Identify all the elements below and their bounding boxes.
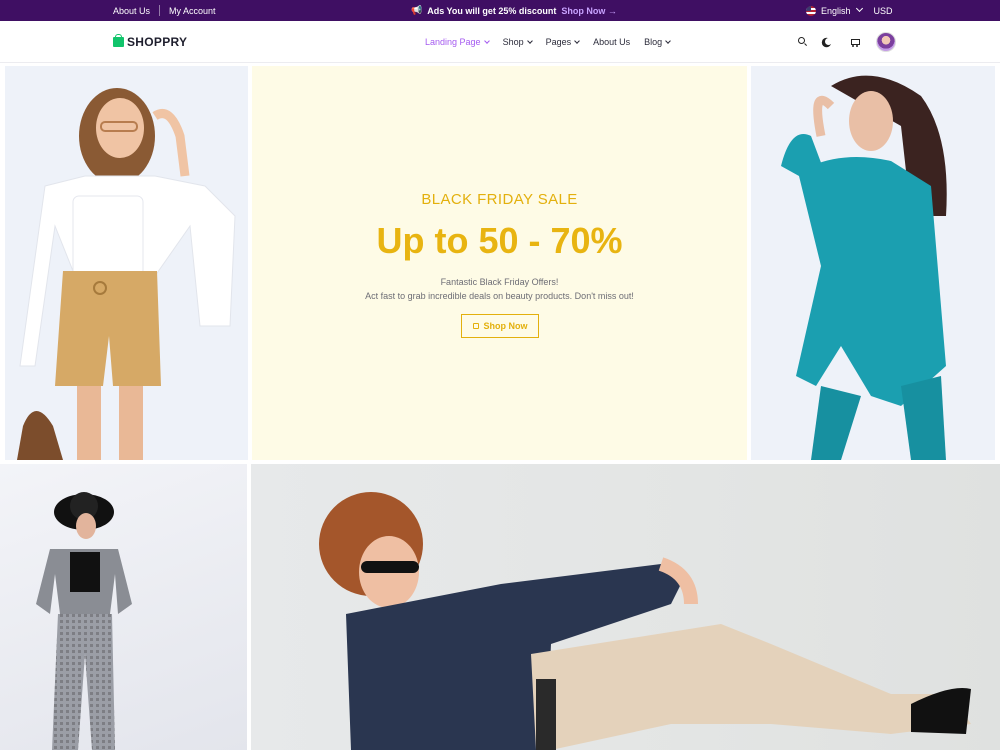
product-image-hat-suit[interactable]: [0, 464, 247, 750]
my-account-link[interactable]: My Account: [169, 6, 216, 16]
main-header: SHOPPRY Landing Page Shop Pages About Us…: [0, 21, 1000, 63]
chevron-down-icon: [574, 38, 580, 44]
logo[interactable]: SHOPPRY: [113, 34, 188, 49]
shopping-bag-icon: [472, 323, 479, 329]
nav-blog[interactable]: Blog: [644, 37, 672, 47]
nav-label: Pages: [545, 37, 572, 47]
nav-about-us[interactable]: About Us: [593, 37, 630, 47]
cart-icon[interactable]: [850, 37, 860, 47]
language-select[interactable]: English: [821, 6, 851, 16]
nav-landing-page[interactable]: Landing Page: [425, 37, 490, 47]
banner-title: Up to 50 - 70%: [376, 220, 623, 261]
nav-shop[interactable]: Shop: [502, 37, 533, 47]
top-bar-links: About Us My Account: [113, 0, 216, 21]
woman-figure-image: [17, 88, 236, 460]
promo-text: Ads You will get 25% discount: [427, 5, 557, 16]
megaphone-icon: 📢: [411, 5, 423, 15]
nav-pages[interactable]: Pages: [546, 37, 580, 47]
banner-subtitle: BLACK FRIDAY SALE: [421, 191, 578, 208]
shop-bag-icon: [113, 34, 124, 47]
banner-description-line1: Fantastic Black Friday Offers!: [440, 277, 559, 287]
banner-description-line2: Act fast to grab incredible deals on bea…: [365, 291, 634, 301]
nav-label: Blog: [644, 37, 663, 47]
product-image-woman-shorts[interactable]: [5, 66, 248, 460]
avatar[interactable]: [876, 32, 896, 52]
locale-controls: English USD: [806, 0, 893, 21]
us-flag-icon: [806, 5, 816, 16]
man-figure-image: [319, 492, 971, 750]
chevron-down-icon: [665, 38, 672, 44]
teal-suit-figure-image: [781, 75, 947, 460]
chevron-down-icon: [526, 38, 533, 44]
currency-select[interactable]: USD: [874, 6, 893, 16]
nav-label: Shop: [502, 37, 524, 47]
product-image-man-lying[interactable]: [251, 464, 1000, 750]
main-nav: Landing Page Shop Pages About Us Blog: [425, 21, 684, 63]
divider: [159, 5, 161, 16]
search-icon[interactable]: [798, 37, 808, 47]
promo-banner: 📢 Ads You will get 25% discount Shop Now…: [411, 0, 617, 21]
header-actions: [798, 21, 896, 63]
chevron-down-icon[interactable]: [855, 4, 863, 13]
chevron-down-icon: [483, 38, 490, 44]
product-image-teal-suit[interactable]: [751, 66, 995, 460]
banner-content: BLACK FRIDAY SALE Up to 50 - 70% Fantast…: [252, 66, 747, 460]
promo-shop-now-link[interactable]: Shop Now →: [561, 6, 617, 16]
moon-icon[interactable]: [824, 37, 834, 47]
hat-suit-figure-image: [36, 492, 132, 750]
shop-now-button[interactable]: Shop Now: [461, 314, 539, 338]
shop-now-label: Shop Now: [483, 321, 528, 331]
nav-label: About Us: [593, 37, 631, 47]
black-friday-banner: BLACK FRIDAY SALE Up to 50 - 70% Fantast…: [252, 66, 747, 460]
nav-label: Landing Page: [425, 37, 481, 47]
top-bar: About Us My Account 📢 Ads You will get 2…: [0, 0, 1000, 21]
logo-text: SHOPPRY: [127, 35, 188, 49]
about-us-link[interactable]: About Us: [113, 6, 150, 16]
